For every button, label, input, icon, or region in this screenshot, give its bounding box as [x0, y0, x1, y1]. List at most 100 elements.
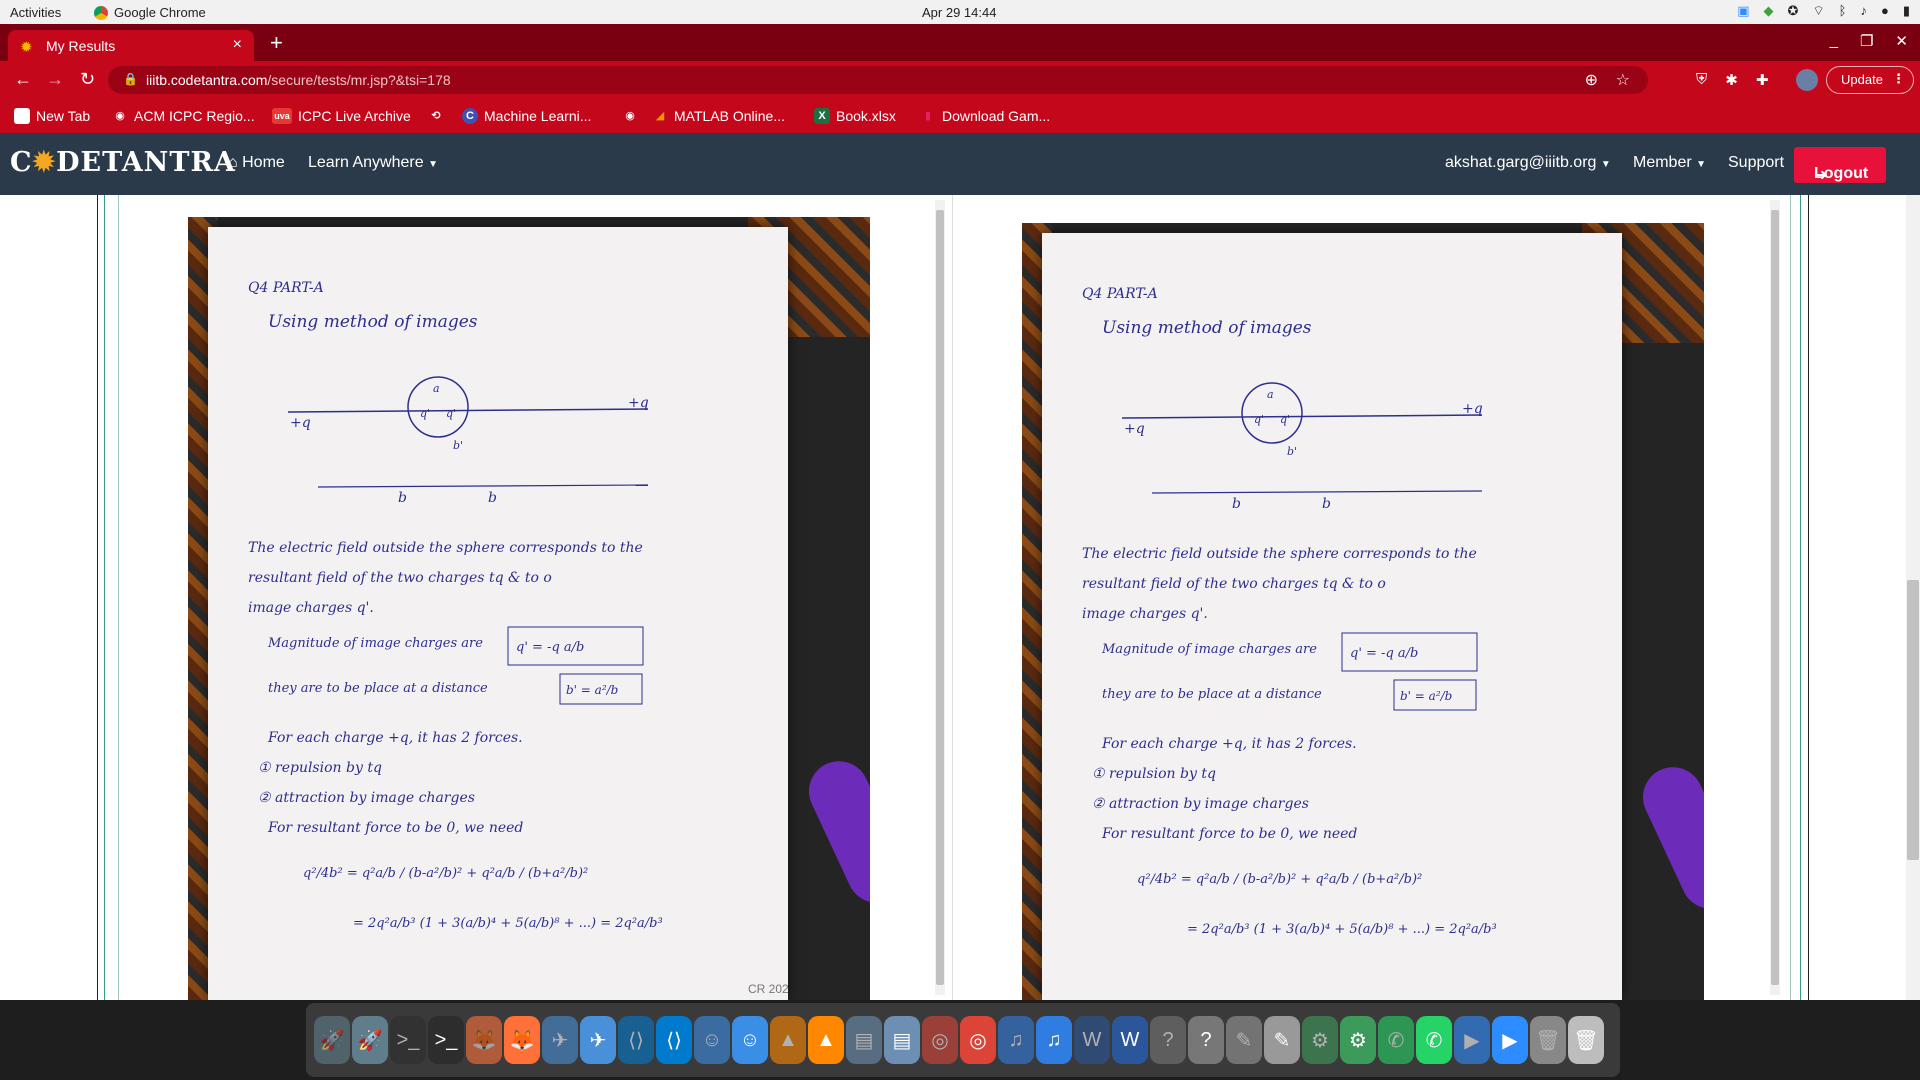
launcher-icon[interactable]: 🚀	[314, 1016, 350, 1064]
files-icon[interactable]: ▤	[884, 1016, 920, 1064]
nav-member[interactable]: Member ▼	[1633, 154, 1706, 172]
forward-icon[interactable]: →	[46, 69, 64, 90]
music-icon[interactable]: ♫	[1036, 1016, 1072, 1064]
zoom-icon[interactable]: ⊕	[1585, 70, 1598, 90]
trash-icon[interactable]: 🗑	[1530, 1016, 1566, 1064]
accessibility-icon[interactable]: ✪	[1788, 3, 1799, 19]
image-charge-label: q'	[446, 407, 456, 420]
launcher-icon[interactable]: 🚀	[352, 1016, 388, 1064]
bookmark-item[interactable]: ◉ ACM ICPC Regio...	[112, 108, 254, 124]
battery-icon[interactable]: ▮	[1903, 3, 1910, 19]
lock-icon[interactable]: 🔒	[123, 72, 138, 86]
nav-support[interactable]: Support	[1728, 154, 1784, 172]
vscode-icon[interactable]: ⟨⟩	[618, 1016, 654, 1064]
help-icon[interactable]: ?	[1188, 1016, 1224, 1064]
whatsapp-icon[interactable]: ✆	[1378, 1016, 1414, 1064]
codetantra-logo[interactable]: C✹DETANTRA	[10, 147, 236, 178]
bookmark-item[interactable]: X Book.xlsx	[814, 108, 896, 124]
tab-title: My Results	[46, 38, 116, 54]
word-icon[interactable]: W	[1074, 1016, 1110, 1064]
scrollbar-thumb[interactable]	[1771, 210, 1779, 985]
vlc-icon[interactable]: ▲	[808, 1016, 844, 1064]
bookmark-item[interactable]: uva ICPC Live Archive	[272, 108, 411, 124]
vscode-icon[interactable]: ⟨⟩	[656, 1016, 692, 1064]
notes-icon[interactable]: ✎	[1226, 1016, 1262, 1064]
music-icon[interactable]: ♫	[998, 1016, 1034, 1064]
equation-line: q²/4b² = q²a/b / (b-a²/b)² + q²a/b / (b+…	[303, 866, 588, 881]
bluetooth-icon[interactable]: ᛒ	[1839, 3, 1847, 19]
profile-avatar[interactable]	[1796, 69, 1818, 91]
word-icon[interactable]: W	[1112, 1016, 1148, 1064]
notes-icon[interactable]: ✎	[1264, 1016, 1300, 1064]
bookmark-item[interactable]: ◉	[622, 108, 638, 124]
clock[interactable]: Apr 29 14:44	[922, 5, 996, 20]
reload-icon[interactable]: ↻	[80, 69, 95, 90]
zoom-icon[interactable]: ▶	[1492, 1016, 1528, 1064]
finder-icon[interactable]: ☺	[694, 1016, 730, 1064]
nvidia-icon[interactable]: ◆	[1764, 3, 1774, 19]
bookmark-star-icon[interactable]: ☆	[1616, 70, 1630, 90]
wifi-icon[interactable]: ⌔	[1812, 3, 1824, 19]
preview-icon[interactable]: ✈	[542, 1016, 578, 1064]
nav-learn-anywhere[interactable]: Learn Anywhere ▼	[308, 154, 438, 172]
back-icon[interactable]: ←	[14, 69, 32, 90]
extensions-puzzle-icon[interactable]: ✚	[1756, 71, 1769, 89]
finder-icon[interactable]: ☺	[732, 1016, 768, 1064]
bookmark-item[interactable]: ▮ Download Gam...	[920, 108, 1050, 124]
globe-icon: ◉	[625, 110, 635, 122]
help-icon[interactable]: ?	[1150, 1016, 1186, 1064]
whatsapp-icon[interactable]: ✆	[1416, 1016, 1452, 1064]
zoom-icon[interactable]: ▶	[1454, 1016, 1490, 1064]
scrollbar[interactable]	[1770, 200, 1780, 995]
files-icon[interactable]: ▤	[846, 1016, 882, 1064]
answer-line: ① repulsion by tq	[258, 760, 382, 776]
nav-home[interactable]: ⌂ Home	[228, 154, 285, 172]
app-menu[interactable]: Google Chrome	[94, 5, 206, 20]
tab-my-results[interactable]: ✹ My Results ×	[8, 30, 254, 61]
terminal-icon[interactable]: >_	[390, 1016, 426, 1064]
answer-panel-left[interactable]: Q4 PART-A Using method of images +q +q q…	[120, 195, 950, 1000]
close-window-icon[interactable]: ✕	[1895, 32, 1908, 50]
extension-shield-icon[interactable]: ⛨	[1696, 71, 1707, 89]
logout-button[interactable]: Logout ➜	[1794, 147, 1886, 184]
network-icon[interactable]: ⚙	[1302, 1016, 1338, 1064]
trash-icon[interactable]: 🗑	[1568, 1016, 1604, 1064]
system-tray[interactable]: ▣ ◆ ✪ ⌔ ᛒ ♪ ● ▮	[1737, 3, 1910, 19]
bookmark-item[interactable]: New Tab	[14, 108, 90, 124]
close-tab-icon[interactable]: ×	[233, 36, 242, 54]
preview-icon[interactable]: ✈	[580, 1016, 616, 1064]
logout-icon: ➜	[1814, 167, 1828, 184]
bookmark-item[interactable]: ⟲	[428, 108, 444, 124]
network-icon[interactable]: ⚙	[1340, 1016, 1376, 1064]
answer-line: The electric field outside the sphere co…	[248, 540, 643, 556]
volume-icon[interactable]: ♪	[1860, 3, 1867, 19]
address-bar[interactable]: 🔒 iiitb.codetantra.com/secure/tests/mr.j…	[108, 66, 1648, 94]
dock: 🚀 🚀 >_ >_ 🦊 🦊 ✈ ✈ ⟨⟩ ⟨⟩ ☺ ☺ ▲ ▲ ▤ ▤ ◎ ◎ ♫ ♫ W W?? ✎ ✎ ⚙ ⚙ ✆ ✆ ▶ ▶ 🗑 🗑	[306, 1003, 1620, 1077]
update-button[interactable]: Update ⋮	[1826, 66, 1914, 94]
answer-panel-right[interactable]: Q4 PART-A Using method of images +q +q q…	[960, 195, 1790, 1000]
firefox-icon[interactable]: 🦊	[504, 1016, 540, 1064]
nav-user-menu[interactable]: akshat.garg@iiitb.org ▼	[1445, 154, 1611, 172]
firefox-icon[interactable]: 🦊	[466, 1016, 502, 1064]
chrome-icon[interactable]: ◎	[960, 1016, 996, 1064]
minimize-icon[interactable]: _	[1830, 32, 1838, 50]
mic-icon[interactable]: ●	[1881, 3, 1889, 19]
extension-bug-icon[interactable]: ✱	[1725, 71, 1738, 89]
new-tab-button[interactable]: +	[270, 30, 283, 56]
answer-photo: Q4 PART-A Using method of images +q +q q…	[188, 217, 870, 1000]
restore-icon[interactable]: ❐	[1860, 32, 1873, 50]
activities-button[interactable]: Activities	[10, 5, 61, 20]
page-scrollbar-thumb[interactable]	[1907, 580, 1919, 860]
zoom-tray-icon[interactable]: ▣	[1737, 3, 1749, 19]
home-icon: ⌂	[228, 154, 238, 171]
terminal-icon[interactable]: >_	[428, 1016, 464, 1064]
chrome-icon[interactable]: ◎	[922, 1016, 958, 1064]
url-text[interactable]: iiitb.codetantra.com/secure/tests/mr.jsp…	[146, 72, 451, 88]
scrollbar-thumb[interactable]	[936, 210, 944, 985]
uva-icon: uva	[272, 108, 292, 124]
vlc-icon[interactable]: ▲	[770, 1016, 806, 1064]
scrollbar[interactable]	[935, 200, 945, 995]
bookmark-item[interactable]: ◢ MATLAB Online...	[652, 108, 785, 124]
bookmark-item[interactable]: C Machine Learni...	[462, 108, 591, 124]
page-scrollbar[interactable]	[1906, 195, 1920, 1000]
